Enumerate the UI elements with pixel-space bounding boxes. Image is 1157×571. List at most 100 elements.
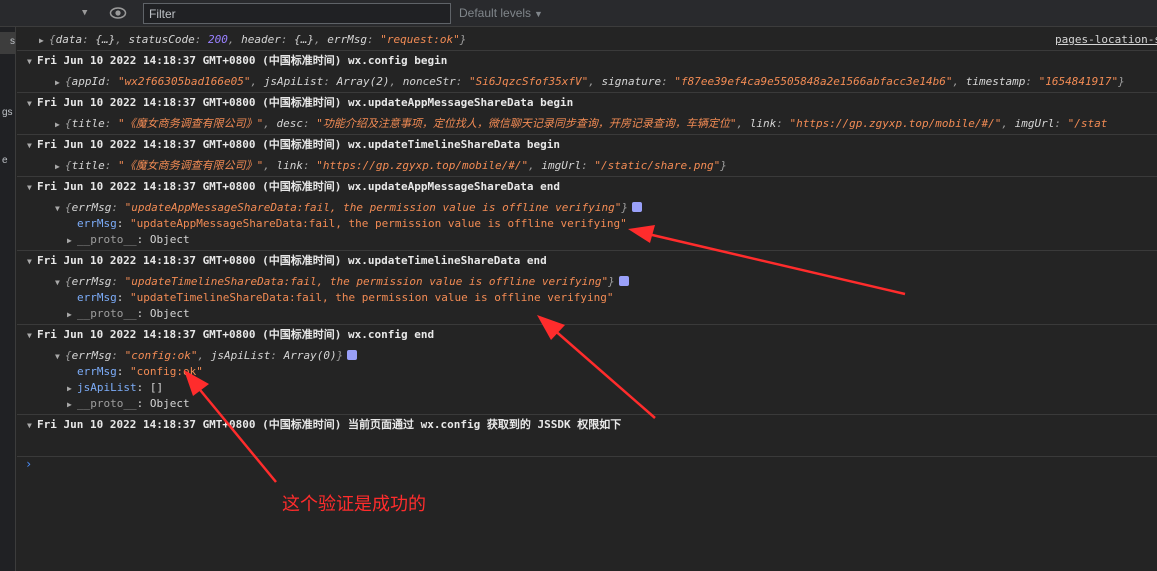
collapse-arrow-icon[interactable]: ▼ (55, 349, 65, 365)
prop-key: errMsg (71, 275, 112, 288)
object-property[interactable]: ▶ __proto__: Object (17, 396, 1157, 412)
prop-key: nonceStr (402, 75, 456, 88)
prop-value: {…} (95, 33, 116, 46)
prop-key: errMsg (77, 365, 117, 378)
info-icon[interactable] (631, 202, 642, 212)
expand-arrow-icon[interactable]: ▶ (55, 117, 65, 133)
info-icon[interactable] (618, 276, 629, 286)
prop-value: "/static/share.png" (594, 159, 721, 172)
log-message: Fri Jun 10 2022 14:18:37 GMT+0800 (中国标准时… (37, 180, 560, 193)
prop-key: __proto__ (77, 397, 137, 410)
info-icon[interactable] (347, 350, 358, 360)
object-property[interactable]: ▶ __proto__: Object (17, 232, 1157, 248)
prop-value: "https://gp.zgyxp.top/mobile/#/" (789, 117, 1002, 130)
collapse-arrow-icon[interactable]: ▼ (27, 418, 37, 434)
prop-key: desc (276, 117, 304, 130)
log-group: ▼ Fri Jun 10 2022 14:18:37 GMT+0800 (中国标准… (17, 93, 1157, 135)
collapse-arrow-icon[interactable]: ▼ (27, 138, 37, 154)
log-group-header[interactable]: ▼ Fri Jun 10 2022 14:18:37 GMT+0800 (中国标准… (17, 253, 1157, 269)
prop-key: errMsg (327, 33, 367, 46)
filter-input[interactable] (143, 3, 451, 24)
prop-key: header (241, 33, 281, 46)
collapse-arrow-icon[interactable]: ▼ (27, 96, 37, 112)
collapse-arrow-icon[interactable]: ▼ (27, 54, 37, 70)
log-group-header[interactable]: ▼ Fri Jun 10 2022 14:18:37 GMT+0800 (中国标准… (17, 53, 1157, 69)
log-line[interactable]: ▼ {errMsg: "updateTimelineShareData:fail,… (17, 274, 1157, 290)
expand-arrow-icon[interactable]: ▶ (67, 307, 77, 323)
prop-value: "config:ok" (124, 349, 198, 362)
prop-value: [] (149, 381, 164, 394)
prop-key: link (276, 159, 304, 172)
log-line[interactable]: ▶ {title: "《魔女商务调查有限公司》", desc: "功能介绍及注意事… (17, 116, 1157, 132)
prop-value: "f87ee39ef4ca9e5505848a2e1566abfacc3e14b… (674, 75, 953, 88)
object-property[interactable]: ▶ __proto__: Object (17, 306, 1157, 322)
log-levels-dropdown[interactable]: Default levels ▼ (459, 6, 543, 20)
expand-arrow-icon[interactable]: ▶ (67, 381, 77, 397)
expand-arrow-icon[interactable]: ▶ (55, 75, 65, 91)
prop-key: errMsg (77, 217, 117, 230)
object-property[interactable]: ▶ jsApiList: [] (17, 380, 1157, 396)
expand-arrow-icon[interactable]: ▶ (67, 233, 77, 249)
prop-value: "config:ok" (130, 365, 203, 378)
prop-key: errMsg (71, 201, 112, 214)
prop-value: Object (149, 233, 190, 246)
prop-value: Array(2) (336, 75, 390, 88)
collapse-arrow-icon[interactable]: ▼ (55, 201, 65, 217)
expand-arrow-icon[interactable]: ▶ (55, 159, 65, 175)
console-sidebar: s gs e (0, 27, 16, 571)
prop-key: link (749, 117, 777, 130)
prop-key: jsApiList (210, 349, 271, 362)
log-group-header[interactable]: ▼ Fri Jun 10 2022 14:18:37 GMT+0800 (中国标准… (17, 137, 1157, 153)
prop-value: "updateTimelineShareData:fail, the permi… (124, 275, 609, 288)
log-line[interactable]: ▶ {title: "《魔女商务调查有限公司》", link: "https://… (17, 158, 1157, 174)
collapse-arrow-icon[interactable]: ▼ (27, 254, 37, 270)
log-message: Fri Jun 10 2022 14:18:37 GMT+0800 (中国标准时… (37, 54, 448, 67)
console-output: ▶ {data: {…}, statusCode: 200, header: {…… (17, 27, 1157, 571)
log-message: Fri Jun 10 2022 14:18:37 GMT+0800 (中国标准时… (37, 96, 574, 109)
prop-key: title (71, 117, 105, 130)
context-dropdown-icon[interactable]: ▼ (82, 8, 87, 18)
prop-value: "《魔女商务调查有限公司》" (118, 159, 264, 172)
prop-value: "https://gp.zgyxp.top/mobile/#/" (316, 159, 529, 172)
object-property: errMsg: "updateAppMessageShareData:fail,… (77, 217, 627, 230)
prop-key: jsApiList (77, 381, 137, 394)
prop-value: Object (149, 307, 190, 320)
log-line[interactable]: ▶ {data: {…}, statusCode: 200, header: {…… (17, 32, 1157, 48)
source-link[interactable]: pages-location-s (1051, 32, 1157, 48)
log-message: Fri Jun 10 2022 14:18:37 GMT+0800 (中国标准时… (37, 418, 622, 431)
log-group: ▼ Fri Jun 10 2022 14:18:37 GMT+0800 (中国标准… (17, 177, 1157, 251)
log-group: ▼ Fri Jun 10 2022 14:18:37 GMT+0800 (中国标准… (17, 251, 1157, 325)
log-message: Fri Jun 10 2022 14:18:37 GMT+0800 (中国标准时… (37, 328, 435, 341)
collapse-arrow-icon[interactable]: ▼ (27, 328, 37, 344)
prop-key: jsApiList (263, 75, 324, 88)
log-group-header[interactable]: ▼ Fri Jun 10 2022 14:18:37 GMT+0800 (中国标准… (17, 327, 1157, 343)
prop-value: 200 (207, 33, 228, 46)
chevron-down-icon: ▼ (534, 9, 543, 19)
collapse-arrow-icon[interactable]: ▼ (55, 275, 65, 291)
log-group: ▼ Fri Jun 10 2022 14:18:37 GMT+0800 (中国标准… (17, 415, 1157, 457)
prop-value: "request:ok" (380, 33, 460, 46)
expand-arrow-icon[interactable]: ▶ (67, 397, 77, 413)
console-prompt-icon[interactable]: › (25, 457, 32, 471)
prop-key: errMsg (71, 349, 112, 362)
log-group-header[interactable]: ▼ Fri Jun 10 2022 14:18:37 GMT+0800 (中国标准… (17, 179, 1157, 195)
prop-key: timestamp (965, 75, 1026, 88)
expand-arrow-icon[interactable]: ▶ (39, 33, 49, 49)
log-line[interactable]: ▼ {errMsg: "updateAppMessageShareData:fai… (17, 200, 1157, 216)
sidebar-item-fragment[interactable]: gs (2, 107, 15, 118)
annotation-caption: 这个验证是成功的 (282, 494, 426, 515)
sidebar-item-fragment[interactable]: s (10, 36, 15, 47)
log-row: ▶ {data: {…}, statusCode: 200, header: {…… (17, 30, 1157, 51)
prop-value: "Si6JqzcSfof35xfV" (469, 75, 589, 88)
log-line[interactable]: ▶ {appId: "wx2f66305bad166e05", jsApiList… (17, 74, 1157, 90)
prop-value: "updateAppMessageShareData:fail, the per… (124, 201, 622, 214)
log-group-header[interactable]: ▼ Fri Jun 10 2022 14:18:37 GMT+0800 (中国标准… (17, 417, 1157, 433)
log-group-header[interactable]: ▼ Fri Jun 10 2022 14:18:37 GMT+0800 (中国标准… (17, 95, 1157, 111)
prop-value: "updateAppMessageShareData:fail, the per… (130, 217, 627, 230)
prop-key: __proto__ (77, 307, 137, 320)
log-line[interactable]: ▼ {errMsg: "config:ok", jsApiList: Array(… (17, 348, 1157, 364)
prop-value: "功能介绍及注意事项，定位找人，微信聊天记录同步查询，开房记录查询，车辆定位" (316, 117, 737, 130)
eye-icon[interactable] (109, 6, 127, 20)
collapse-arrow-icon[interactable]: ▼ (27, 180, 37, 196)
sidebar-item-fragment[interactable]: e (2, 155, 15, 166)
